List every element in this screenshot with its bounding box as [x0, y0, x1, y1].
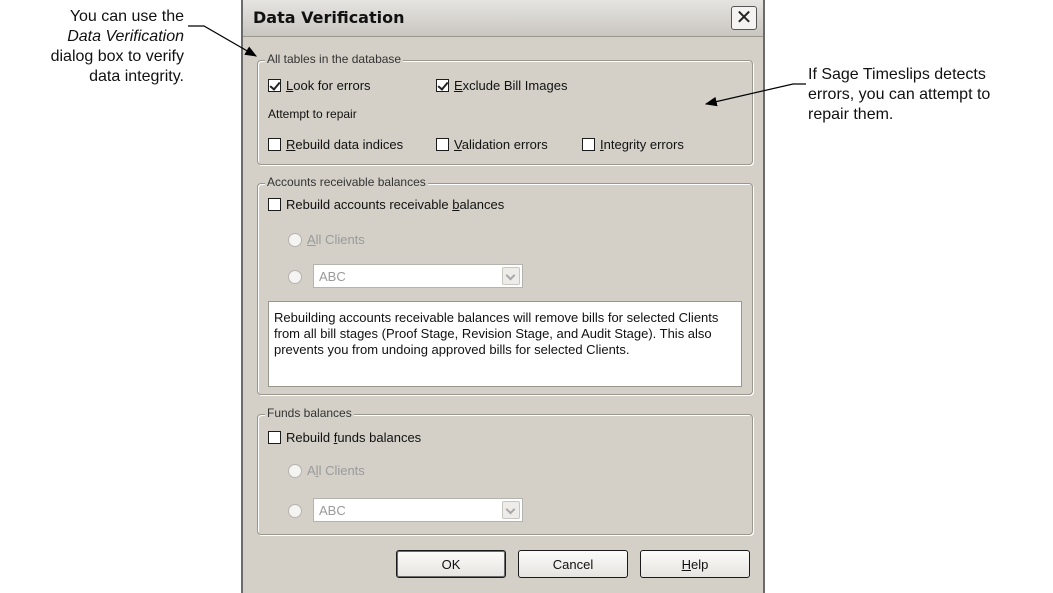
left-callout-arrow — [188, 25, 258, 57]
right-callout-arrow — [704, 83, 806, 107]
callout-lines — [188, 25, 806, 107]
